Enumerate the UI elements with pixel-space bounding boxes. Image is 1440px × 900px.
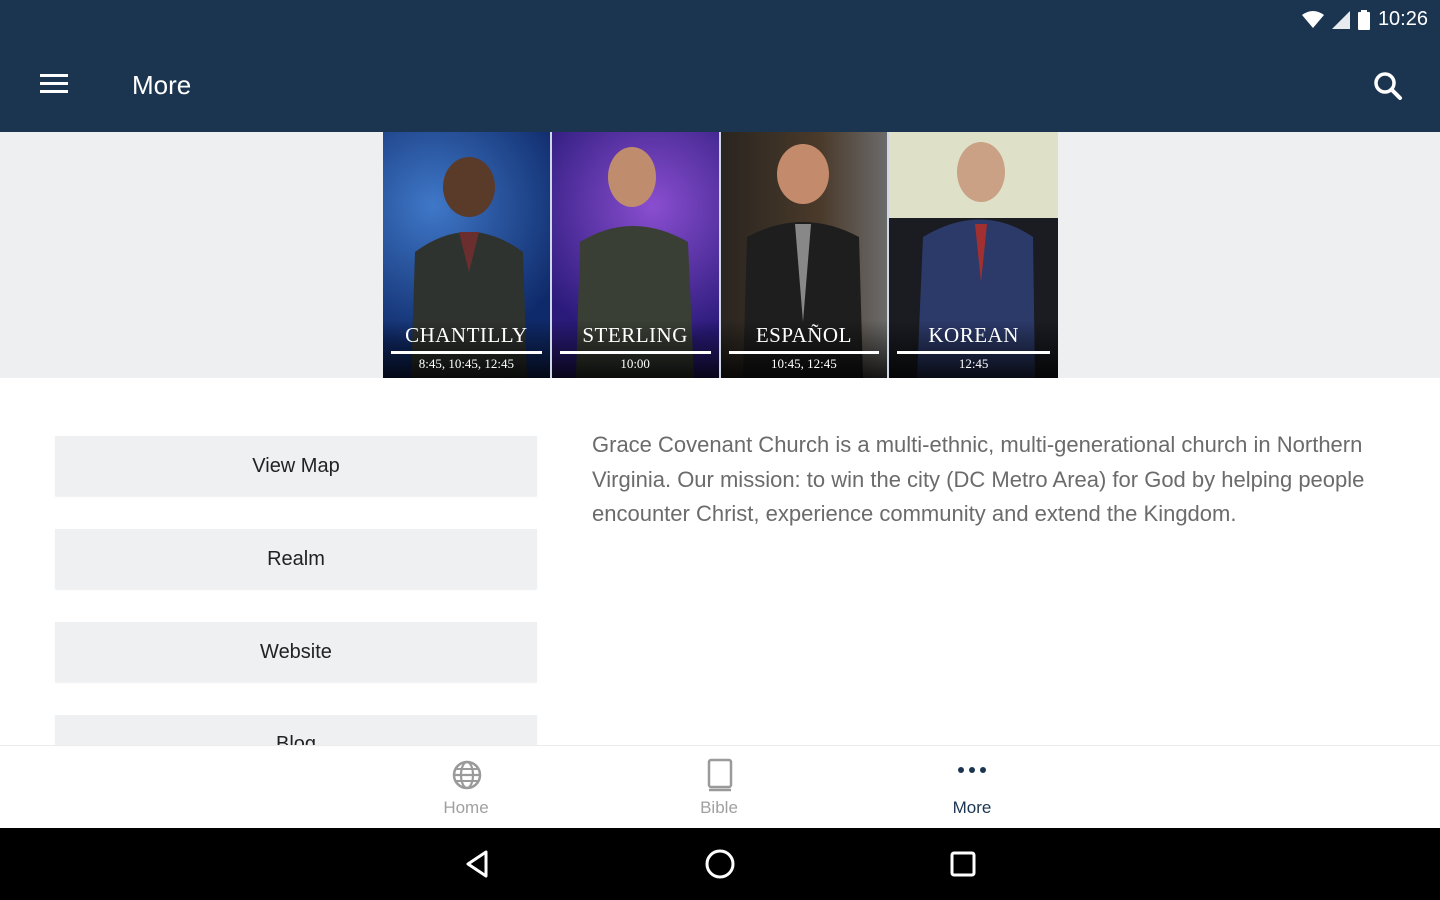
nav-bible[interactable]: Bible [659,746,779,829]
campus-times: 10:00 [620,356,650,371]
system-navigation-bar [0,828,1440,900]
campus-list: CHANTILLY 8:45, 10:45, 12:45 STERLING 10… [383,132,1058,378]
bottom-navigation: Home Bible More [0,745,1440,829]
campus-times: 8:45, 10:45, 12:45 [418,356,515,371]
home-circle-icon [705,849,735,879]
page-title: More [132,70,192,100]
menu-button[interactable] [34,70,74,100]
search-icon [1374,72,1402,100]
nav-home-label: Home [443,798,489,817]
campus-divider [559,351,711,354]
campus-name: ESPAÑOL [755,323,852,347]
view-map-button[interactable]: View Map [55,436,537,496]
globe-icon [452,760,482,790]
hamburger-menu-icon [40,74,68,93]
campus-korean[interactable]: KOREAN 12:45 [889,132,1058,378]
campus-divider [728,351,880,354]
campus-banner: CHANTILLY 8:45, 10:45, 12:45 STERLING 10… [0,132,1440,378]
nav-bible-label: Bible [700,798,738,817]
back-triangle-icon [466,850,488,878]
status-bar: 10:26 [0,0,1440,40]
signal-icon [1331,10,1350,29]
nav-more-label: More [952,798,992,817]
home-button[interactable] [702,846,738,882]
app-bar: More [0,40,1440,132]
campus-name: CHANTILLY [405,323,528,347]
church-description: Grace Covenant Church is a multi-ethnic,… [592,432,1365,526]
campus-espanol[interactable]: ESPAÑOL 10:45, 12:45 [720,132,890,378]
more-dots-icon [958,767,986,773]
website-button[interactable]: Website [55,622,537,682]
status-icons: 10:26 [1301,8,1428,31]
back-button[interactable] [460,846,496,882]
search-button[interactable] [1370,68,1406,104]
campus-sterling[interactable]: STERLING 10:00 [551,132,721,378]
nav-home[interactable]: Home [406,746,526,829]
battery-icon [1357,9,1370,30]
book-icon [707,758,733,792]
recents-square-icon [950,851,976,877]
campus-divider [391,351,542,354]
nav-more[interactable]: More [912,746,1032,829]
campus-times: 12:45 [958,356,989,371]
campus-name: STERLING [582,323,688,347]
recents-button[interactable] [945,846,981,882]
campus-chantilly[interactable]: CHANTILLY 8:45, 10:45, 12:45 [383,132,552,378]
clock: 10:26 [1377,8,1428,30]
campus-divider [897,351,1050,354]
realm-button[interactable]: Realm [55,529,537,589]
campus-times: 10:45, 12:45 [771,356,837,371]
wifi-icon [1301,10,1324,28]
campus-name: KOREAN [928,323,1019,347]
